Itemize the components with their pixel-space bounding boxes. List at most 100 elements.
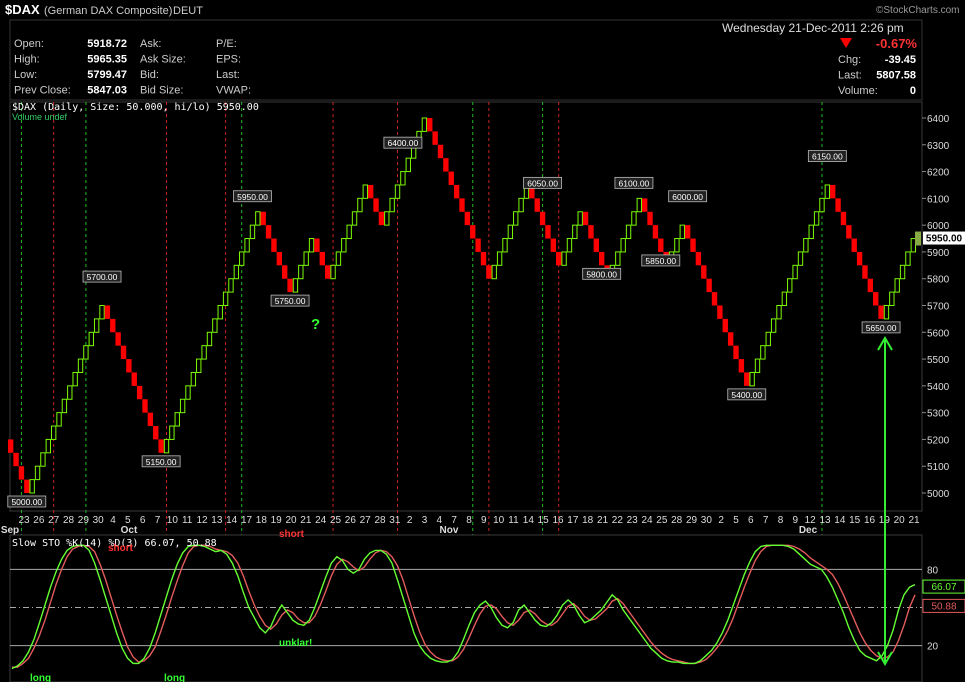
long-annotation: long [164,673,185,682]
x-tick-label: 28 [374,515,386,526]
renko-brick-down [432,131,438,145]
renko-brick-down [18,466,25,480]
renko-brick-down [695,251,702,266]
renko-brick-down [158,439,164,453]
renko-brick-up [228,278,234,293]
renko-brick-down [711,292,718,306]
renko-brick-up [357,197,363,213]
renko-brick-down [459,198,465,212]
quote-label: EPS: [216,54,241,66]
renko-brick-up [421,117,428,132]
renko-brick-up [50,425,57,440]
renko-brick-up [244,238,250,253]
renko-brick-up [83,345,89,360]
y-tick-label: 5900 [927,248,950,259]
renko-brick-up [196,358,202,373]
x-tick-label: 24 [641,515,653,526]
quote-mid2-col: P/E: EPS: Last: VWAP: [216,38,251,97]
x-tick-label: 16 [552,515,564,526]
x-tick-label: 28 [671,515,683,526]
renko-brick-up [169,425,175,440]
long-annotation: long [30,673,51,682]
quote-label: Ask: [140,38,161,50]
renko-brick-down [722,318,728,333]
quote-label: Open: [14,38,44,50]
renko-brick-down [480,251,487,266]
renko-brick-up [298,264,304,280]
quote-label: Last: [216,69,240,81]
pivot-label: 5700.00 [87,272,118,282]
renko-brick-up [808,224,814,240]
y-tick-label: 5700 [927,302,950,313]
quote-label: Chg: [838,54,861,66]
renko-brick-down [846,225,852,239]
quote-value: 5807.58 [876,70,916,82]
x-tick-label: 7 [155,515,161,526]
renko-brick-up [29,479,35,494]
x-tick-label: 21 [300,515,312,526]
renko-brick-up [577,211,583,226]
renko-brick-down [464,211,471,226]
exchange-label: DEUT [173,5,203,17]
renko-brick-down [878,305,884,319]
renko-brick-up [905,251,911,266]
renko-brick-down [131,372,137,386]
pivot-label: 5150.00 [146,457,177,467]
x-tick-label: 28 [63,515,75,526]
sto-tick-label: 80 [927,565,939,576]
renko-brick-down [276,251,283,266]
x-tick-label: 5 [733,515,739,526]
x-tick-label: 30 [93,515,105,526]
renko-brick-up [572,224,578,240]
x-tick-label: 13 [819,515,831,526]
pivot-label: 5850.00 [645,256,676,266]
month-label: Dec [799,525,818,536]
renko-brick-up [787,278,793,293]
renko-brick-up [163,438,170,454]
renko-brick-up [883,305,890,320]
renko-brick-up [400,171,406,186]
renko-brick-down [260,211,266,226]
renko-brick-down [271,238,277,252]
renko-brick-up [185,385,191,400]
x-tick-label: 3 [422,515,428,526]
renko-brick-up [792,264,798,280]
renko-brick-down [599,251,605,266]
renko-brick-down [13,452,19,467]
renko-brick-up [631,211,637,226]
sto-frame [9,534,923,682]
renko-brick-up [72,371,78,387]
x-tick-label: 8 [778,515,784,526]
symbol-name: (German DAX Composite) [44,5,172,17]
pivot-label: 5650.00 [866,323,897,333]
quote-label: VWAP: [216,85,251,97]
renko-brick-down [448,171,454,185]
y-tick-label: 6100 [927,194,950,205]
renko-brick-up [899,264,906,280]
renko-brick-down [690,238,696,252]
renko-brick-up [620,238,626,253]
renko-brick-down [582,211,589,226]
pivot-label: 5400.00 [731,390,762,400]
pivot-label: 5800.00 [586,269,617,279]
renko-brick-up [754,358,761,373]
x-tick-label: 13 [211,515,223,526]
sto-d-value: 50.88 [931,601,956,612]
renko-brick-down [851,238,857,252]
quote-label: Prev Close: [14,85,71,97]
x-tick-label: 4 [110,515,116,526]
y-tick-label: 5000 [927,489,950,500]
y-tick-label: 6200 [927,168,950,179]
renko-brick-down [115,332,121,346]
quote-left-col: Open: 5918.72 High: 5965.35 Low: 5799.47 Prev … [14,38,127,97]
stockcharts-logo[interactable]: ©StockCharts.com [876,5,960,16]
renko-brick-down [470,225,476,239]
renko-brick-up [222,291,229,307]
renko-brick-down [717,305,723,319]
x-tick-label: 9 [793,515,799,526]
change-percent: -0.67% [876,36,918,51]
renko-brick-up [56,412,62,427]
x-tick-label: 31 [389,515,401,526]
renko-brick-up [394,184,401,199]
renko-brick-up [351,211,358,226]
